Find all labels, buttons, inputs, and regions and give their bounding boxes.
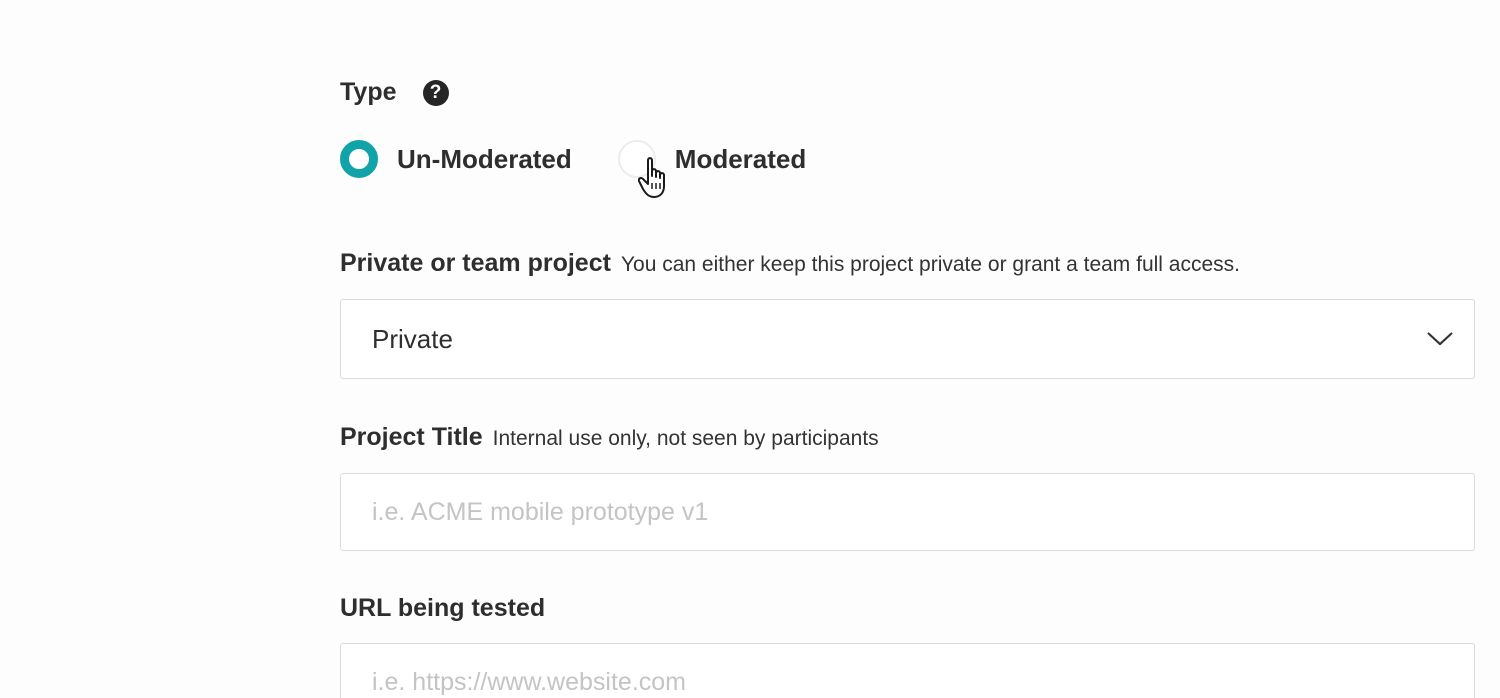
privacy-select-value: Private [372, 323, 453, 354]
radio-moderated[interactable]: Moderated [617, 140, 807, 198]
type-label: Type [340, 78, 397, 106]
url-label: URL being tested [340, 594, 546, 622]
chevron-down-icon [1427, 332, 1453, 346]
privacy-label: Private or team project [340, 249, 611, 277]
type-radio-group: Un-Moderated Moderated [340, 140, 807, 198]
url-input[interactable] [372, 667, 1432, 697]
radio-button-checked[interactable] [340, 140, 378, 178]
radio-un-moderated[interactable]: Un-Moderated [340, 140, 572, 178]
radio-label-moderated: Moderated [674, 143, 807, 174]
project-title-input[interactable] [372, 497, 1432, 527]
project-title-hint: Internal use only, not seen by participa… [492, 427, 879, 450]
hand-cursor-icon [637, 157, 665, 198]
project-title-label: Project Title [340, 423, 483, 451]
url-header: URL being tested [340, 594, 545, 623]
privacy-hint: You can either keep this project private… [620, 253, 1240, 276]
privacy-select[interactable]: Private [340, 299, 1475, 379]
url-field[interactable] [340, 643, 1475, 698]
question-circle-icon[interactable]: ? [422, 79, 449, 106]
project-title-header: Project Title Internal use only, not see… [340, 423, 879, 452]
page: Type ? Un-Moderated Moderated Private or… [0, 0, 1500, 698]
project-title-field[interactable] [340, 473, 1475, 551]
privacy-header: Private or team project You can either k… [340, 249, 1240, 278]
type-header: Type ? [340, 78, 449, 107]
radio-label-un-moderated: Un-Moderated [397, 143, 572, 174]
